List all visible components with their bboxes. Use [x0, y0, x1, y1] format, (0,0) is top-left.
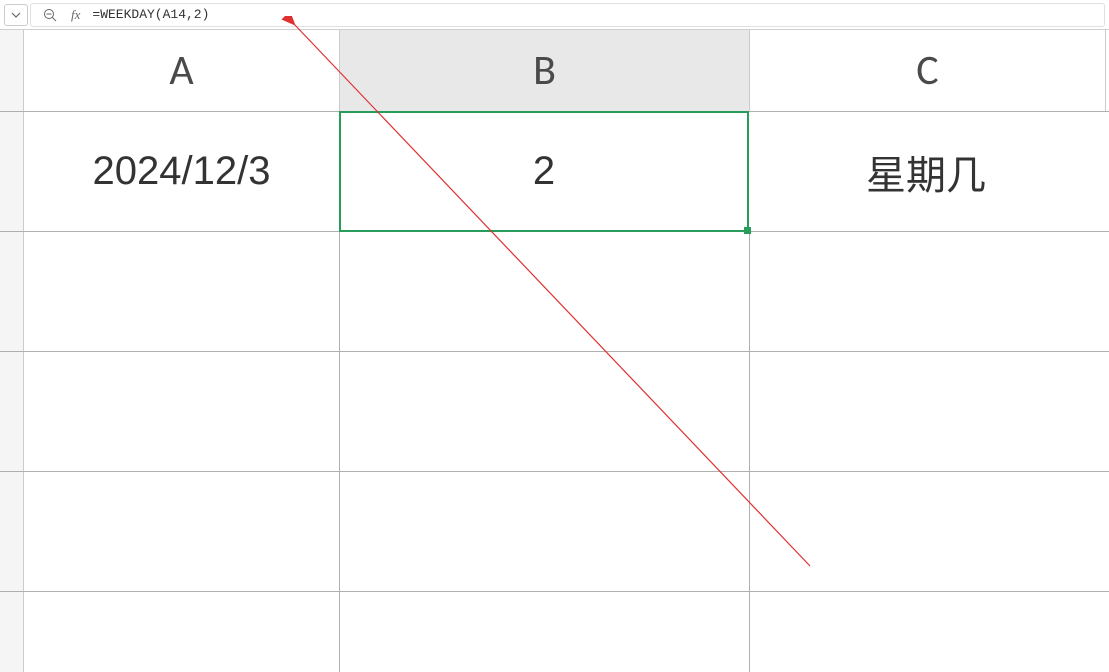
cell-a1[interactable]: 2024/12/3 [24, 112, 340, 231]
grid-rows: 2024/12/3 2 星期几 [0, 112, 1109, 672]
cell-b4[interactable] [340, 472, 750, 591]
cell-c2[interactable] [750, 232, 1106, 351]
grid-row-1: 2024/12/3 2 星期几 [0, 112, 1109, 232]
cell-c1[interactable]: 星期几 [748, 112, 1104, 231]
grid-row-2 [0, 232, 1109, 352]
formula-input-wrapper: fx [30, 3, 1105, 27]
fx-label[interactable]: fx [71, 7, 80, 23]
name-box-dropdown[interactable] [4, 4, 28, 26]
cell-b3[interactable] [340, 352, 750, 471]
column-headers: A B C [0, 30, 1109, 112]
column-header-b[interactable]: B [340, 30, 750, 111]
row-header-2[interactable] [0, 232, 24, 351]
row-header-3[interactable] [0, 352, 24, 471]
row-header-5[interactable] [0, 592, 24, 672]
chevron-down-icon [11, 12, 21, 18]
cell-a4[interactable] [24, 472, 340, 591]
formula-bar: fx [0, 0, 1109, 30]
cell-a5[interactable] [24, 592, 340, 672]
row-header-4[interactable] [0, 472, 24, 591]
column-header-a[interactable]: A [24, 30, 340, 111]
cell-c4[interactable] [750, 472, 1106, 591]
zoom-out-icon [43, 8, 57, 22]
cell-b1-value: 2 [533, 149, 555, 194]
grid-row-4 [0, 472, 1109, 592]
grid-row-5 [0, 592, 1109, 672]
cell-b1[interactable]: 2 [339, 111, 749, 232]
grid-row-3 [0, 352, 1109, 472]
select-all-corner[interactable] [0, 30, 24, 111]
name-box-area [4, 4, 28, 26]
column-header-c[interactable]: C [750, 30, 1106, 111]
row-header-1[interactable] [0, 112, 24, 231]
cell-c5[interactable] [750, 592, 1106, 672]
cell-a2[interactable] [24, 232, 340, 351]
spreadsheet-grid: A B C 2024/12/3 2 星期几 [0, 30, 1109, 672]
zoom-out-button[interactable] [37, 4, 63, 26]
fill-handle[interactable] [744, 227, 751, 234]
cell-a3[interactable] [24, 352, 340, 471]
cell-c3[interactable] [750, 352, 1106, 471]
formula-input[interactable] [88, 5, 1104, 24]
cell-b2[interactable] [340, 232, 750, 351]
cell-b5[interactable] [340, 592, 750, 672]
